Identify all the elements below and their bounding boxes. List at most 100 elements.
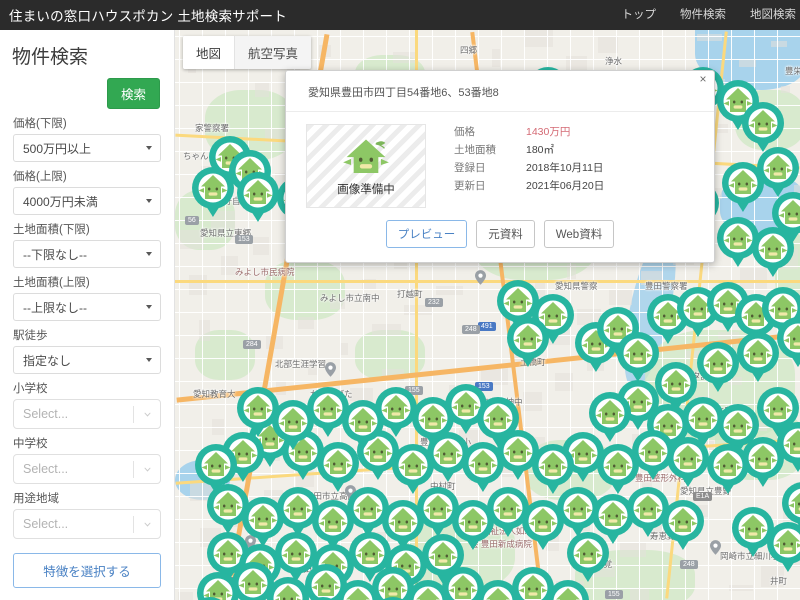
field-label-area-max: 土地面積(上限)	[13, 277, 90, 289]
map-label: ちゃん	[183, 151, 209, 161]
field-label-elementary-school: 小学校	[13, 383, 48, 395]
property-marker[interactable]	[505, 315, 551, 367]
map-feature	[523, 392, 542, 411]
map-feature	[436, 286, 463, 295]
property-info-popup: × 愛知県豊田市四丁目54番地6、53番地8 画像準備中 価格 1430万円 土…	[285, 70, 715, 263]
field-station-walk: 駅徒歩 指定なし	[0, 321, 174, 374]
select-area-max-value: --上限なし--	[23, 300, 87, 315]
property-marker[interactable]	[475, 395, 521, 447]
select-zoning-placeholder: Select...	[23, 517, 69, 531]
property-marker[interactable]	[735, 330, 781, 382]
source-document-button[interactable]: 元資料	[476, 220, 535, 248]
chevron-down-icon	[146, 146, 152, 150]
map-feature	[598, 37, 618, 53]
property-marker[interactable]	[730, 505, 776, 557]
map-feature	[771, 41, 787, 47]
preview-button[interactable]: プレビュー	[385, 220, 468, 248]
detail-value-land-area: 180㎡	[526, 144, 555, 156]
map-feature	[298, 317, 314, 329]
map-label: 打越町	[397, 289, 423, 299]
detail-row: 登録日 2018年10月11日	[454, 160, 604, 175]
chevron-down-icon	[146, 199, 152, 203]
tab-map[interactable]: 地図	[183, 36, 235, 69]
property-marker[interactable]	[660, 498, 706, 550]
property-marker[interactable]	[565, 530, 611, 582]
detail-value-price: 1430万円	[526, 126, 571, 138]
nav-link-property-search[interactable]: 物件検索	[668, 0, 738, 30]
property-marker[interactable]	[190, 165, 236, 217]
select-junior-high-school[interactable]: Select...	[13, 454, 161, 484]
map-feature	[609, 290, 632, 305]
map-label: 浄水	[605, 56, 623, 66]
select-elementary-school-placeholder: Select...	[23, 407, 69, 421]
map-feature	[253, 237, 269, 255]
map-feature	[781, 86, 790, 93]
select-area-min[interactable]: --下限なし--	[13, 240, 161, 268]
select-area-max[interactable]: --上限なし--	[13, 293, 161, 321]
nav-link-top[interactable]: トップ	[610, 0, 669, 30]
popup-body: 画像準備中 価格 1430万円 土地面積 180㎡ 登録日 2018年10月11…	[286, 112, 714, 214]
field-label-junior-high-school: 中学校	[13, 438, 48, 450]
map-label: 愛知県警察	[555, 281, 598, 291]
map-label: 家警察署	[195, 123, 230, 133]
field-junior-high-school: 中学校 Select...	[0, 429, 174, 484]
route-shield: 232	[425, 298, 443, 307]
house-mascot-icon	[343, 139, 389, 173]
route-shield: 153	[235, 235, 253, 244]
property-marker[interactable]	[695, 340, 741, 392]
chevron-down-icon	[146, 252, 152, 256]
field-label-station-walk: 駅徒歩	[13, 330, 48, 342]
property-marker[interactable]	[705, 442, 751, 494]
property-marker[interactable]	[187, 595, 233, 600]
app-title: 住まいの窓口ハウスポカン 土地検索サポート	[9, 9, 287, 24]
map-type-tabs: 地図 航空写真	[183, 36, 312, 69]
select-separator	[133, 406, 134, 423]
select-price-max-value: 4000万円未満	[23, 194, 98, 209]
detail-row: 価格 1430万円	[454, 124, 604, 139]
chevron-down-icon	[144, 467, 151, 472]
property-detail-table: 価格 1430万円 土地面積 180㎡ 登録日 2018年10月11日 更新日 …	[454, 124, 604, 208]
map-feature	[189, 275, 207, 295]
map-poi-pin[interactable]	[710, 540, 721, 555]
map-feature	[179, 30, 181, 600]
nav-links: トップ 物件検索 地図検索	[610, 0, 800, 30]
map-label: 井町	[770, 576, 788, 586]
select-elementary-school[interactable]: Select...	[13, 399, 161, 429]
map-label: みよし市民病院	[235, 267, 295, 277]
field-label-area-min: 土地面積(下限)	[13, 224, 90, 236]
close-icon[interactable]: ×	[696, 73, 710, 87]
detail-row: 更新日 2021年06月20日	[454, 178, 604, 193]
field-elementary-school: 小学校 Select...	[0, 374, 174, 429]
detail-label-price: 価格	[454, 126, 475, 138]
select-price-max[interactable]: 4000万円未満	[13, 187, 161, 215]
map-poi-pin[interactable]	[325, 362, 336, 377]
property-marker[interactable]	[770, 190, 800, 242]
tab-satellite[interactable]: 航空写真	[234, 36, 312, 69]
property-marker[interactable]	[370, 595, 416, 600]
property-marker[interactable]	[545, 578, 591, 600]
map-label: 豊栄町	[785, 66, 800, 76]
app-root: 住まいの窓口ハウスポカン 土地検索サポート トップ 物件検索 地図検索 物件検索…	[0, 0, 800, 600]
select-zoning[interactable]: Select...	[13, 509, 161, 539]
nav-link-map-search[interactable]: 地図検索	[738, 0, 800, 30]
select-features-button[interactable]: 特徴を選択する	[13, 553, 161, 588]
map-feature	[202, 30, 204, 600]
popup-action-buttons: プレビュー 元資料 Web資料	[286, 214, 714, 262]
map-label: みよし市立南中	[320, 293, 380, 303]
property-marker[interactable]	[300, 595, 346, 600]
field-zoning: 用途地域 Select...	[0, 484, 174, 539]
chevron-down-icon	[144, 522, 151, 527]
select-station-walk[interactable]: 指定なし	[13, 346, 161, 374]
property-marker[interactable]	[720, 160, 766, 212]
select-price-min[interactable]: 500万円以上	[13, 134, 161, 162]
web-document-button[interactable]: Web資料	[543, 220, 615, 248]
select-station-walk-value: 指定なし	[23, 353, 72, 368]
search-button[interactable]: 検索	[106, 78, 160, 109]
property-image-placeholder: 画像準備中	[306, 124, 426, 208]
map-label: 四郷	[460, 45, 478, 55]
map-poi-pin[interactable]	[475, 270, 486, 285]
map-feature	[524, 30, 553, 47]
image-placeholder-caption: 画像準備中	[337, 183, 395, 196]
chevron-down-icon	[146, 305, 152, 309]
detail-value-updated-date: 2021年06月20日	[526, 180, 605, 192]
